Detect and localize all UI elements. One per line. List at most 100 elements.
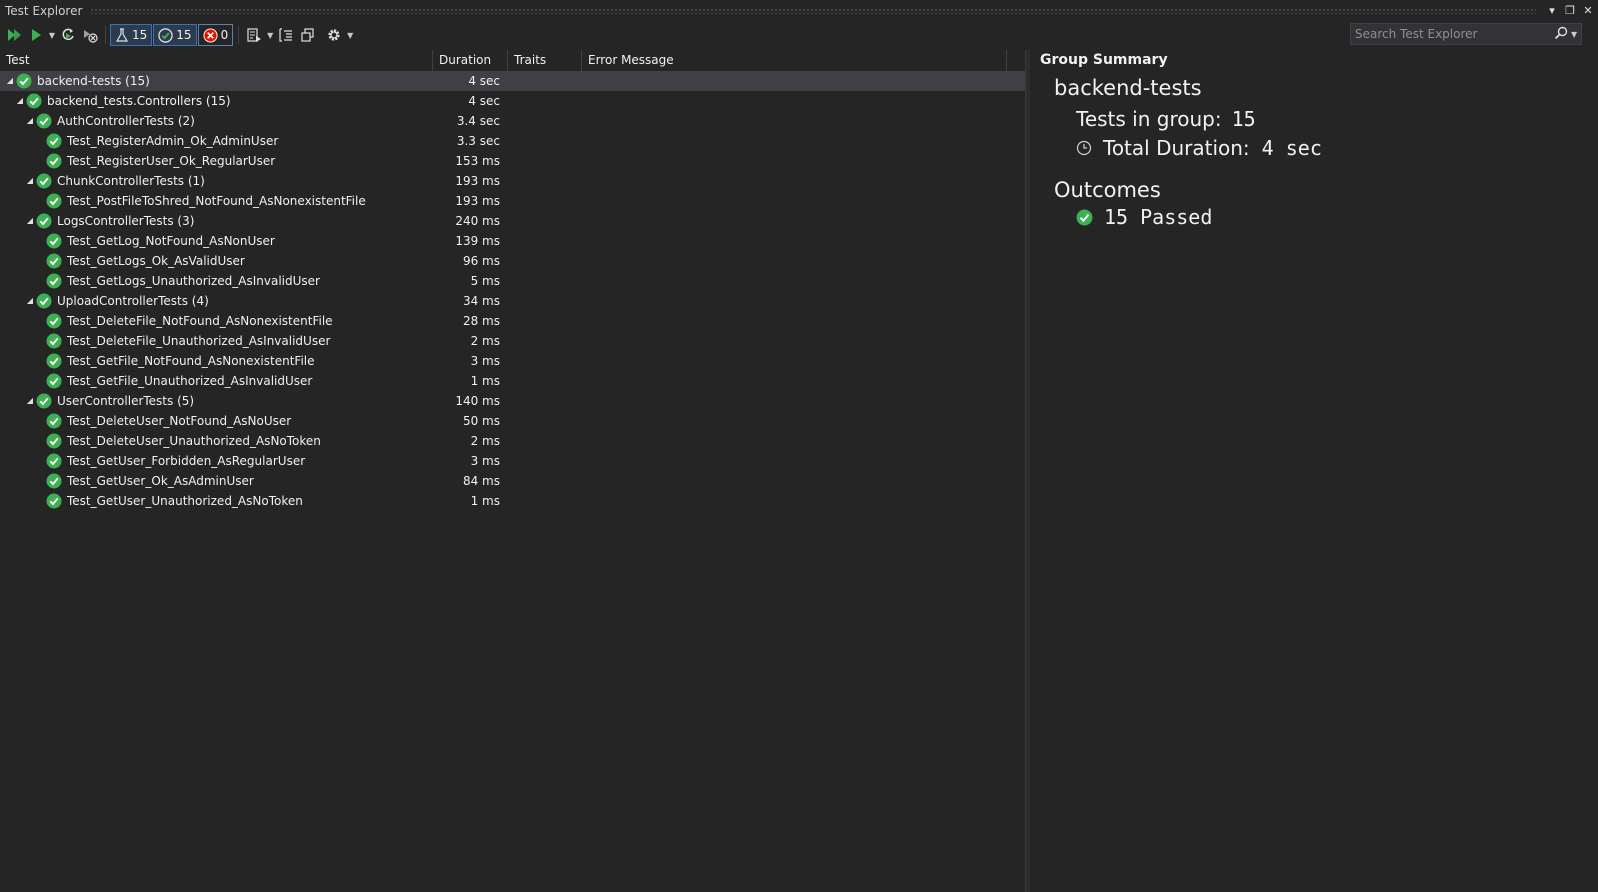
flask-icon (115, 28, 129, 42)
passed-icon (46, 253, 62, 269)
group-row[interactable]: ◢ AuthControllerTests (2) 3.4 sec (0, 111, 1025, 131)
passed-icon (46, 133, 62, 149)
group-row[interactable]: ◢ LogsControllerTests (3) 240 ms (0, 211, 1025, 231)
test-name: Test_DeleteFile_NotFound_AsNonexistentFi… (67, 314, 333, 328)
test-name: Test_RegisterUser_Ok_RegularUser (67, 154, 276, 168)
column-header-test[interactable]: Test (0, 50, 433, 71)
copy-button[interactable] (297, 24, 319, 46)
test-name: Test_GetLogs_Unauthorized_AsInvalidUser (67, 274, 320, 288)
group-summary-heading: Group Summary (1040, 52, 1168, 68)
passed-icon (46, 413, 62, 429)
search-input[interactable] (1351, 26, 1551, 42)
settings-dropdown-chevron-icon[interactable]: ▼ (345, 24, 355, 46)
expand-arrow-icon[interactable]: ◢ (25, 291, 35, 311)
tests-in-group-line: Tests in group: 15 (1076, 107, 1256, 131)
test-row[interactable]: Test_GetUser_Unauthorized_AsNoToken 1 ms (0, 491, 1025, 511)
test-row[interactable]: Test_PostFileToShred_NotFound_AsNonexist… (0, 191, 1025, 211)
search-icon[interactable] (1551, 26, 1571, 43)
test-row[interactable]: Test_GetFile_Unauthorized_AsInvalidUser 1… (0, 371, 1025, 391)
expand-arrow-icon[interactable]: ◢ (15, 91, 25, 111)
passed-icon (46, 373, 62, 389)
expand-arrow-icon[interactable]: ◢ (25, 211, 35, 231)
group-row[interactable]: ◢ UserControllerTests (5) 140 ms (0, 391, 1025, 411)
failed-tests-filter[interactable]: 0 (197, 24, 234, 46)
tests-in-group-label: Tests in group: (1076, 107, 1222, 131)
test-duration: 3 ms (470, 354, 500, 368)
playlist-dropdown-chevron-icon[interactable]: ▼ (265, 24, 275, 46)
test-row[interactable]: Test_RegisterUser_Ok_RegularUser 153 ms (0, 151, 1025, 171)
group-row[interactable]: ◢ ChunkControllerTests (1) 193 ms (0, 171, 1025, 191)
playlist-button[interactable] (243, 24, 265, 46)
test-row[interactable]: Test_GetLog_NotFound_AsNonUser 139 ms (0, 231, 1025, 251)
run-button[interactable] (25, 24, 47, 46)
expand-arrow-icon[interactable]: ◢ (25, 111, 35, 131)
test-row[interactable]: Test_DeleteUser_NotFound_AsNoUser 50 ms (0, 411, 1025, 431)
passed-icon (36, 293, 52, 309)
tests-in-group-value: 15 (1231, 107, 1256, 131)
test-name: Test_GetFile_NotFound_AsNonexistentFile (67, 354, 315, 368)
passed-icon (46, 233, 62, 249)
group-by-button[interactable] (275, 24, 297, 46)
test-name: backend-tests (15) (37, 74, 150, 88)
expand-arrow-icon[interactable]: ◢ (5, 71, 15, 91)
test-row[interactable]: Test_GetUser_Ok_AsAdminUser 84 ms (0, 471, 1025, 491)
test-name: UploadControllerTests (4) (57, 294, 209, 308)
run-dropdown-chevron-icon[interactable]: ▼ (47, 24, 57, 46)
group-row[interactable]: ◢ UploadControllerTests (4) 34 ms (0, 291, 1025, 311)
expand-arrow-icon[interactable]: ◢ (25, 171, 35, 191)
test-duration: 139 ms (455, 234, 500, 248)
test-row[interactable]: Test_GetFile_NotFound_AsNonexistentFile 3… (0, 351, 1025, 371)
passed-icon (46, 353, 62, 369)
run-all-icon (8, 29, 21, 41)
test-duration: 28 ms (462, 314, 500, 328)
passed-icon (46, 273, 62, 289)
expand-arrow-icon[interactable]: ◢ (25, 391, 35, 411)
total-duration-label: Total Duration: (1103, 136, 1250, 160)
group-row[interactable]: ◢ backend-tests (15) 4 sec (0, 71, 1025, 91)
test-row[interactable]: Test_GetLogs_Ok_AsValidUser 96 ms (0, 251, 1025, 271)
test-name: Test_PostFileToShred_NotFound_AsNonexist… (67, 194, 366, 208)
run-icon (32, 29, 41, 41)
test-name: Test_DeleteUser_NotFound_AsNoUser (67, 414, 292, 428)
test-duration: 2 ms (470, 434, 500, 448)
test-row[interactable]: Test_GetUser_Forbidden_AsRegularUser 3 ms (0, 451, 1025, 471)
toolbar-separator (238, 26, 240, 44)
settings-button[interactable] (323, 24, 345, 46)
restore-icon[interactable]: ❐ (1562, 3, 1578, 19)
repeat-last-run-button[interactable] (57, 24, 79, 46)
passed-icon (46, 153, 62, 169)
gear-icon (328, 29, 340, 41)
column-header-traits[interactable]: Traits (508, 50, 582, 71)
passed-icon (46, 193, 62, 209)
passed-count: 15 (176, 28, 192, 42)
test-duration: 3.3 sec (456, 134, 500, 148)
run-all-button[interactable] (3, 24, 25, 46)
passed-icon (158, 27, 173, 43)
test-row[interactable]: Test_DeleteUser_Unauthorized_AsNoToken 2 … (0, 431, 1025, 451)
title-grip[interactable] (90, 7, 1536, 14)
column-header-duration[interactable]: Duration (433, 50, 508, 71)
test-duration: 1 ms (470, 374, 500, 388)
window-title: Test Explorer (5, 3, 83, 18)
test-name: Test_RegisterAdmin_Ok_AdminUser (67, 134, 279, 148)
test-row[interactable]: Test_GetLogs_Unauthorized_AsInvalidUser 5… (0, 271, 1025, 291)
group-row[interactable]: ◢ backend_tests.Controllers (15) 4 sec (0, 91, 1025, 111)
search-options-chevron-icon[interactable]: ▼ (1571, 30, 1581, 39)
group-name: backend-tests (1054, 76, 1202, 100)
cancel-run-button[interactable] (79, 24, 101, 46)
test-name: LogsControllerTests (3) (57, 214, 195, 228)
window-menu-icon[interactable]: ▾ (1544, 3, 1560, 19)
total-tests-filter[interactable]: 15 (110, 24, 153, 46)
passed-tests-filter[interactable]: 15 (153, 24, 197, 46)
passed-icon (46, 313, 62, 329)
test-row[interactable]: Test_DeleteFile_Unauthorized_AsInvalidUs… (0, 331, 1025, 351)
test-name: Test_GetUser_Unauthorized_AsNoToken (67, 494, 303, 508)
test-row[interactable]: Test_DeleteFile_NotFound_AsNonexistentFi… (0, 311, 1025, 331)
test-name: AuthControllerTests (2) (57, 114, 195, 128)
column-header-error-message[interactable]: Error Message (582, 50, 1007, 71)
total-duration-value: 4 sec (1261, 136, 1322, 160)
passed-icon (36, 173, 52, 189)
passed-icon (16, 73, 32, 89)
test-row[interactable]: Test_RegisterAdmin_Ok_AdminUser 3.3 sec (0, 131, 1025, 151)
close-icon[interactable]: ✕ (1580, 3, 1596, 19)
